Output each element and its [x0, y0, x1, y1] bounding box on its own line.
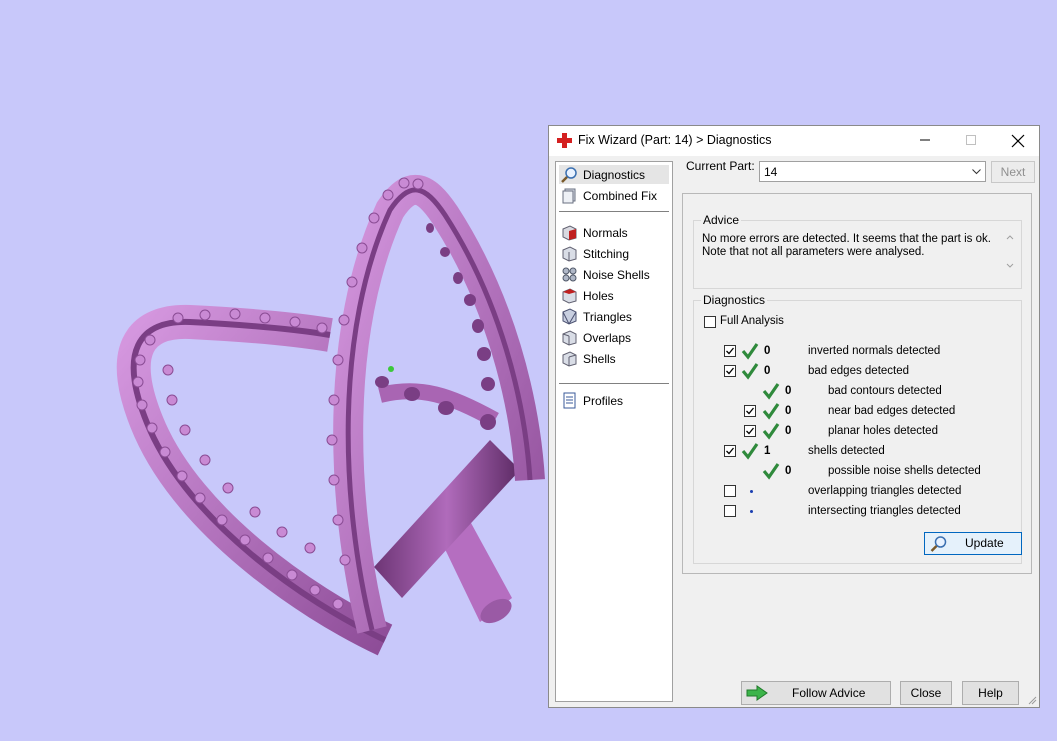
row-count: 0: [785, 425, 792, 437]
row-count: 0: [764, 365, 771, 377]
normals-cube-icon: [562, 225, 577, 241]
advice-title: Advice: [701, 213, 742, 227]
red-cross-icon: [557, 133, 572, 148]
close-button[interactable]: Close: [900, 681, 952, 705]
chevron-down-icon: [972, 169, 981, 175]
update-button[interactable]: Update: [924, 532, 1022, 555]
advice-scrollbar[interactable]: [1002, 229, 1018, 274]
selection-point: [388, 366, 394, 372]
minimize-button[interactable]: [903, 126, 949, 156]
checkmark-icon: [726, 447, 735, 455]
holes-icon: [562, 288, 577, 304]
magnifier-icon: [561, 167, 577, 183]
stitching-icon: [562, 246, 577, 262]
viewport-3d-model[interactable]: [0, 0, 545, 741]
row-checkbox-shells[interactable]: [724, 445, 736, 457]
row-label: shells detected: [808, 445, 885, 457]
row-count: 0: [785, 465, 792, 477]
current-part-value: 14: [764, 165, 778, 179]
row-checkbox-near-bad-edges[interactable]: [744, 405, 756, 417]
row-count: 0: [764, 345, 771, 357]
row-count: 0: [785, 385, 792, 397]
title-bar[interactable]: Fix Wizard (Part: 14) > Diagnostics: [549, 126, 1039, 156]
row-label: near bad edges detected: [828, 405, 956, 417]
row-checkbox-bad-edges[interactable]: [724, 365, 736, 377]
current-part-select[interactable]: 14: [759, 161, 986, 182]
row-checkbox-inverted-normals[interactable]: [724, 345, 736, 357]
nav-item-normals[interactable]: Normals: [559, 223, 669, 242]
pending-dot-icon: [750, 490, 753, 493]
row-label: bad contours detected: [828, 385, 942, 397]
triangles-icon: [562, 308, 577, 325]
advice-text: No more errors are detected. It seems th…: [702, 233, 991, 258]
full-analysis-label: Full Analysis: [720, 315, 784, 327]
checkmark-icon: [726, 347, 735, 355]
diagnostics-title: Diagnostics: [701, 293, 768, 307]
green-check-icon: [741, 443, 759, 460]
nav-separator: [559, 211, 669, 212]
row-label: intersecting triangles detected: [808, 505, 961, 517]
row-checkbox-overlapping-triangles[interactable]: [724, 485, 736, 497]
wizard-nav: Diagnostics Combined Fix Normals Stitchi…: [555, 161, 673, 702]
nav-separator: [559, 383, 669, 384]
help-button[interactable]: Help: [962, 681, 1019, 705]
green-check-icon: [741, 343, 759, 360]
scroll-arrows-icon: [1006, 235, 1014, 268]
nav-item-holes[interactable]: Holes: [559, 286, 669, 305]
green-check-icon: [762, 463, 780, 480]
green-check-icon: [762, 423, 780, 440]
current-part-label: Current Part:: [686, 159, 755, 173]
overlaps-icon: [562, 330, 577, 346]
row-label: possible noise shells detected: [828, 465, 981, 477]
window-title: Fix Wizard (Part: 14) > Diagnostics: [578, 133, 772, 147]
nav-item-shells[interactable]: Shells: [559, 349, 669, 368]
nav-item-triangles[interactable]: Triangles: [559, 307, 669, 326]
nav-item-combined-fix[interactable]: Combined Fix: [559, 186, 669, 205]
document-icon: [563, 392, 576, 409]
noise-shells-icon: [562, 267, 577, 282]
diagnostics-group: Diagnostics Full Analysis 0 inverted nor…: [693, 293, 1022, 564]
layers-icon: [562, 188, 576, 204]
fix-wizard-window: Fix Wizard (Part: 14) > Diagnostics Diag…: [548, 125, 1040, 708]
nav-item-noise-shells[interactable]: Noise Shells: [559, 265, 669, 284]
green-check-icon: [762, 383, 780, 400]
close-window-button[interactable]: [995, 126, 1041, 156]
shells-icon: [562, 351, 577, 367]
pending-dot-icon: [750, 510, 753, 513]
row-count: 1: [764, 445, 771, 457]
green-arrow-icon: [746, 685, 768, 701]
row-checkbox-planar-holes[interactable]: [744, 425, 756, 437]
row-count: 0: [785, 405, 792, 417]
part-rod: [374, 440, 520, 624]
row-label: planar holes detected: [828, 425, 938, 437]
dialog-body: Diagnostics Combined Fix Normals Stitchi…: [549, 156, 1039, 707]
maximize-button: [949, 126, 995, 156]
row-label: inverted normals detected: [808, 345, 941, 357]
resize-grip-icon[interactable]: [1027, 695, 1037, 705]
nav-item-diagnostics[interactable]: Diagnostics: [559, 165, 669, 184]
checkmark-icon: [746, 407, 755, 415]
checkmark-icon: [726, 367, 735, 375]
advice-group: Advice No more errors are detected. It s…: [693, 213, 1022, 289]
green-check-icon: [762, 403, 780, 420]
magnifier-icon: [930, 536, 947, 552]
nav-item-profiles[interactable]: Profiles: [559, 391, 669, 410]
minimize-icon: [920, 139, 930, 141]
maximize-icon: [966, 135, 976, 145]
row-checkbox-intersecting-triangles[interactable]: [724, 505, 736, 517]
follow-advice-button[interactable]: Follow Advice: [741, 681, 891, 705]
diagnostics-panel: Advice No more errors are detected. It s…: [682, 193, 1032, 574]
checkmark-icon: [746, 427, 755, 435]
close-icon: [1011, 134, 1025, 148]
row-label: overlapping triangles detected: [808, 485, 962, 497]
nav-item-stitching[interactable]: Stitching: [559, 244, 669, 263]
row-label: bad edges detected: [808, 365, 910, 377]
nav-item-overlaps[interactable]: Overlaps: [559, 328, 669, 347]
green-check-icon: [741, 363, 759, 380]
next-button[interactable]: Next: [991, 161, 1035, 183]
full-analysis-checkbox[interactable]: [704, 316, 716, 328]
